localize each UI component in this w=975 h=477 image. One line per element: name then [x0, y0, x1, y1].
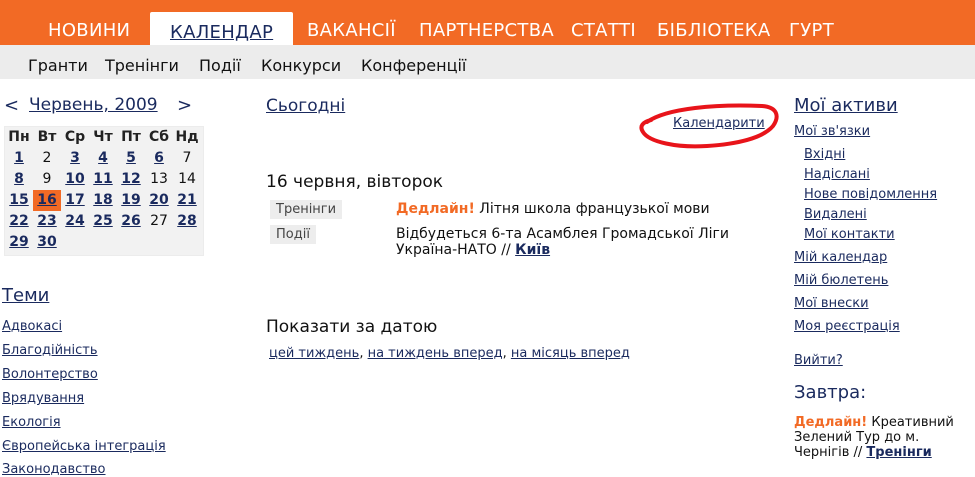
calendar-day[interactable]: 19 [117, 190, 145, 211]
my-assets-title[interactable]: Мої активи [794, 95, 898, 116]
weekday-header: Пн [8, 129, 30, 145]
weekday-header: Чт [93, 129, 113, 145]
calendar-day[interactable]: 1 [5, 148, 33, 169]
calendar-day[interactable]: 3 [61, 148, 89, 169]
tab-gurt[interactable]: ГУРТ [789, 20, 834, 41]
my-contributions-link[interactable]: Мої внески [794, 296, 869, 311]
calendar-day[interactable]: 25 [89, 211, 117, 232]
sent-link[interactable]: Надіслані [804, 167, 870, 182]
inbox-link[interactable]: Вхідні [804, 147, 845, 162]
calendar-day: 9 [42, 171, 52, 187]
calendar-day[interactable]: 12 [117, 169, 145, 190]
tab-calendar[interactable]: КАЛЕНДАР [150, 12, 294, 46]
calendar-day: 7 [182, 150, 192, 166]
weekday-header: Нд [175, 129, 199, 145]
calendar-day[interactable]: 30 [33, 232, 61, 253]
tomorrow-title: Завтра: [794, 382, 867, 403]
theme-link[interactable]: Законодавство [2, 462, 106, 477]
weekday-header: Сб [148, 129, 170, 145]
new-message-link[interactable]: Нове повідомлення [804, 187, 937, 202]
my-contacts-link[interactable]: Мої контакти [804, 227, 895, 242]
calendar-day[interactable]: 5 [117, 148, 145, 169]
next-month-link[interactable]: на місяць вперед [511, 346, 630, 361]
calendar-day[interactable]: 15 [5, 190, 33, 211]
sub-navigation: Гранти Тренінги Події Конкурси Конференц… [0, 45, 975, 79]
this-week-link[interactable]: цей тиждень [269, 346, 359, 361]
calendar-day[interactable]: 21 [173, 190, 201, 211]
calendar-day[interactable]: 11 [89, 169, 117, 190]
event-tag[interactable]: Тренінги [270, 200, 343, 219]
subnav-conferences[interactable]: Конференції [361, 56, 466, 75]
calendar-day[interactable]: 23 [33, 211, 61, 232]
calendars-link[interactable]: Календарити [673, 116, 765, 131]
calendar-day[interactable]: 26 [117, 211, 145, 232]
event-text[interactable]: Відбудеться 6-та Асамблея Громадської Лі… [396, 226, 729, 258]
theme-link[interactable]: Європейська інтеграція [2, 439, 166, 454]
calendar-day[interactable]: 28 [173, 211, 201, 232]
event-text[interactable]: Літня школа французької мови [479, 201, 709, 217]
calendar-day[interactable]: 18 [89, 190, 117, 211]
deleted-link[interactable]: Видалені [804, 207, 867, 222]
my-connections-link[interactable]: Мої зв'язки [794, 124, 870, 139]
weekday-header: Пт [121, 129, 141, 145]
calendar-day[interactable]: 24 [61, 211, 89, 232]
tab-library[interactable]: БІБЛІОТЕКА [657, 20, 770, 41]
my-registration-link[interactable]: Моя реєстрація [794, 319, 900, 334]
calendar-day[interactable]: 22 [5, 211, 33, 232]
event-item[interactable]: Відбудеться 6-та Асамблея Громадської Лі… [396, 226, 776, 258]
event-item[interactable]: Дедлайн! Літня школа французької мови [396, 201, 710, 217]
theme-link[interactable]: Врядування [2, 391, 84, 406]
tab-articles[interactable]: СТАТТІ [571, 20, 636, 41]
event-tag[interactable]: Події [270, 225, 316, 244]
theme-link[interactable]: Волонтерство [2, 367, 98, 382]
calendar-day[interactable]: 4 [89, 148, 117, 169]
calendar-day: 14 [178, 171, 196, 187]
subnav-trainings[interactable]: Тренінги [105, 56, 179, 75]
next-month-button[interactable]: > [177, 95, 192, 116]
tomorrow-event[interactable]: Дедлайн! Креативний Зелений Тур до м. Че… [794, 415, 964, 460]
tomorrow-event-tag[interactable]: Тренінги [866, 445, 931, 460]
subnav-contests[interactable]: Конкурси [261, 56, 341, 75]
calendar-day-today[interactable]: 16 [33, 190, 61, 211]
calendar-day: 27 [150, 213, 168, 229]
deadline-label: Дедлайн! [396, 201, 475, 217]
subnav-grants[interactable]: Гранти [28, 56, 88, 75]
calendar-day[interactable]: 20 [145, 190, 173, 211]
calendar-day[interactable]: 8 [5, 169, 33, 190]
today-link[interactable]: Сьогодні [266, 96, 345, 116]
my-calendar-link[interactable]: Мій календар [794, 250, 887, 265]
deadline-label: Дедлайн! [794, 415, 868, 430]
theme-link[interactable]: Адвокасі [2, 319, 62, 334]
themes-title[interactable]: Теми [2, 285, 49, 306]
calendar-day: 2 [42, 150, 52, 166]
date-heading: 16 червня, вівторок [266, 172, 444, 192]
theme-link[interactable]: Екологія [2, 415, 61, 430]
calendar-day[interactable]: 6 [145, 148, 173, 169]
calendar-day: 13 [150, 171, 168, 187]
event-city[interactable]: Київ [515, 242, 550, 258]
show-by-date-title: Показати за датою [266, 317, 438, 337]
date-range-links: цей тиждень, на тиждень вперед, на місяц… [269, 346, 630, 361]
my-bulletin-link[interactable]: Мій бюлетень [794, 273, 888, 288]
prev-month-button[interactable]: < [4, 95, 19, 116]
theme-link[interactable]: Благодійність [2, 343, 98, 358]
tab-partnerships[interactable]: ПАРТНЕРСТВА [419, 20, 554, 41]
logout-link[interactable]: Вийти? [794, 353, 843, 368]
subnav-events[interactable]: Події [199, 56, 241, 75]
month-title[interactable]: Червень, 2009 [29, 95, 158, 115]
calendar-day[interactable]: 10 [61, 169, 89, 190]
weekday-header: Вт [37, 129, 57, 145]
top-navigation: НОВИНИ КАЛЕНДАР ВАКАНСІЇ ПАРТНЕРСТВА СТА… [0, 0, 975, 46]
calendar-day[interactable]: 17 [61, 190, 89, 211]
weekday-header: Ср [64, 129, 86, 145]
tab-vacancies[interactable]: ВАКАНСІЇ [307, 20, 396, 41]
tab-news[interactable]: НОВИНИ [48, 20, 130, 41]
next-week-link[interactable]: на тиждень вперед [368, 346, 503, 361]
calendar-grid: Пн Вт Ср Чт Пт Сб Нд 1 2 3 4 5 6 7 8 9 10 11 12 13 14 15 16 17 1… [4, 126, 204, 256]
calendar-day[interactable]: 29 [5, 232, 33, 253]
